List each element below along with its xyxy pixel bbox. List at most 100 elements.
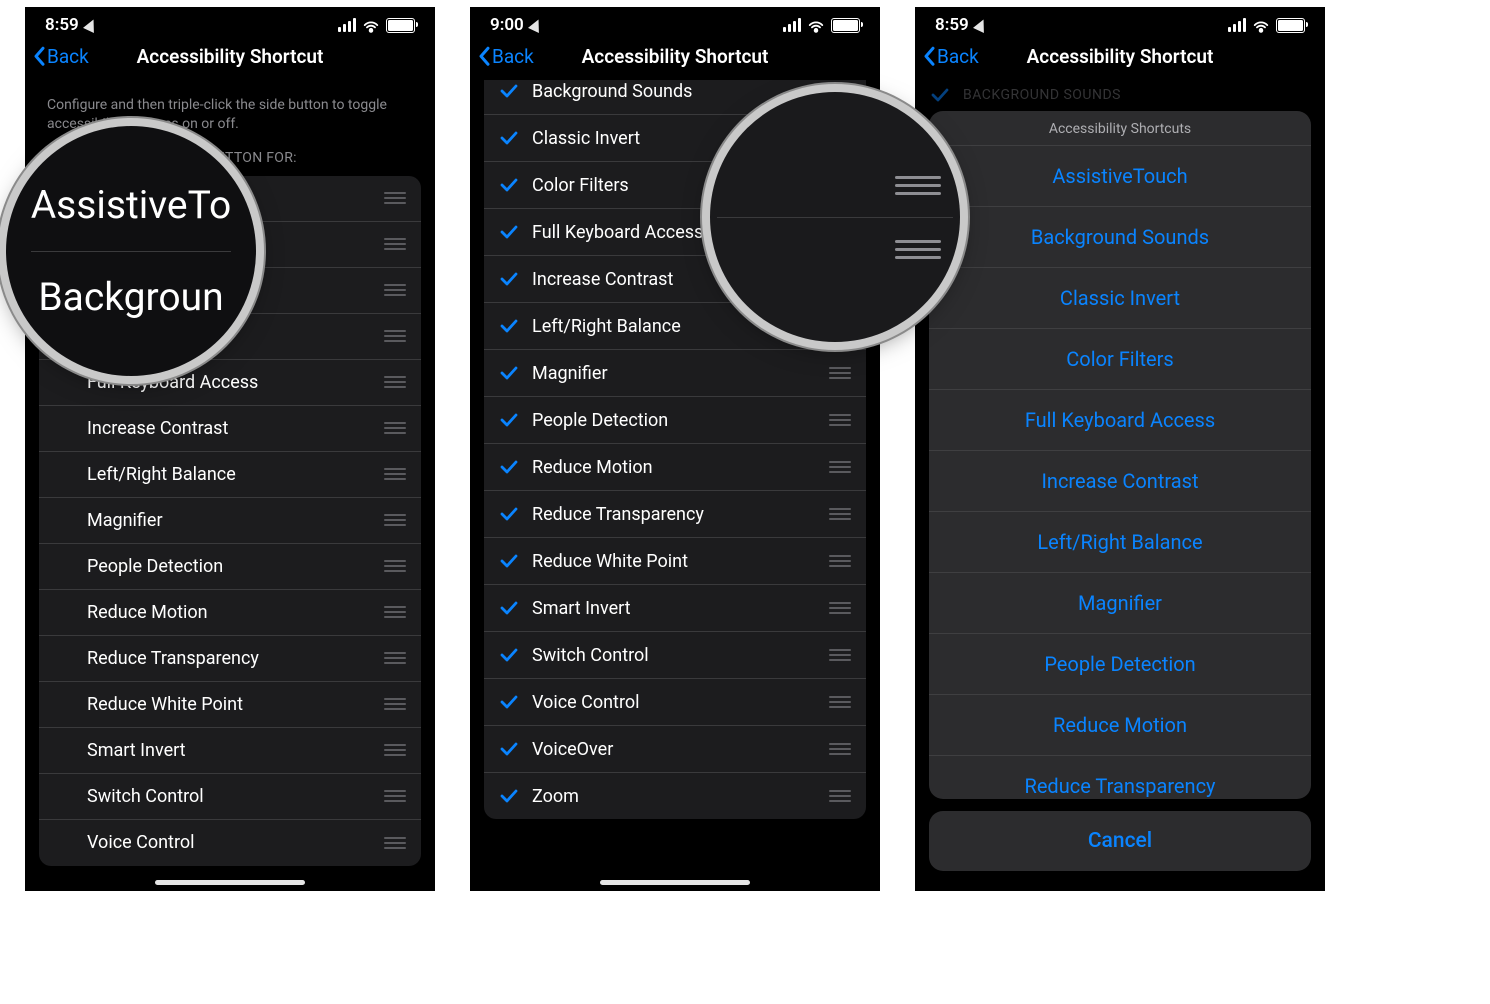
drag-handle-icon[interactable] — [828, 696, 852, 708]
checkmark-icon — [498, 644, 520, 666]
item-label: Smart Invert — [87, 740, 383, 761]
item-label: Voice Control — [87, 832, 383, 853]
magnified-drag-row — [717, 154, 954, 218]
list-item[interactable]: Voice Control — [484, 679, 866, 726]
sheet-item[interactable]: Reduce Motion — [929, 694, 1311, 755]
list-item[interactable]: Reduce White Point — [39, 682, 421, 728]
drag-handle-icon[interactable] — [828, 649, 852, 661]
status-bar: 9:00 — [470, 7, 880, 39]
cellular-icon — [783, 18, 802, 32]
drag-handle-icon[interactable] — [895, 240, 941, 259]
list-item[interactable]: Reduce White Point — [484, 538, 866, 585]
list-item[interactable]: Magnifier — [39, 498, 421, 544]
checkmark-icon — [498, 550, 520, 572]
wifi-icon — [362, 18, 380, 32]
sheet-item[interactable]: People Detection — [929, 633, 1311, 694]
drag-handle-icon[interactable] — [895, 176, 941, 195]
sheet-item[interactable]: AssistiveTouch — [929, 145, 1311, 206]
back-button[interactable]: Back — [33, 45, 89, 68]
drag-handle-icon[interactable] — [383, 652, 407, 664]
list-item[interactable]: Switch Control — [484, 632, 866, 679]
magnified-drag-row — [717, 218, 954, 281]
list-item[interactable]: Smart Invert — [484, 585, 866, 632]
drag-handle-icon[interactable] — [383, 330, 407, 342]
drag-handle-icon[interactable] — [383, 422, 407, 434]
drag-handle-icon[interactable] — [383, 468, 407, 480]
chevron-left-icon — [33, 46, 45, 66]
drag-handle-icon[interactable] — [383, 284, 407, 296]
list-item[interactable]: Left/Right Balance — [39, 452, 421, 498]
drag-handle-icon[interactable] — [383, 790, 407, 802]
drag-handle-icon[interactable] — [828, 414, 852, 426]
sheet-item[interactable]: Magnifier — [929, 572, 1311, 633]
drag-handle-icon[interactable] — [828, 555, 852, 567]
list-item[interactable]: Reduce Motion — [39, 590, 421, 636]
item-label: Switch Control — [532, 645, 828, 666]
checkmark-icon — [498, 127, 520, 149]
item-label: Reduce White Point — [87, 694, 383, 715]
list-item[interactable]: Magnifier — [484, 350, 866, 397]
list-item[interactable]: Reduce Transparency — [484, 491, 866, 538]
checkmark-icon — [498, 315, 520, 337]
status-bar: 8:59 — [915, 7, 1325, 39]
drag-handle-icon[interactable] — [828, 790, 852, 802]
list-item[interactable]: Reduce Transparency — [39, 636, 421, 682]
sheet-item[interactable]: Background Sounds — [929, 206, 1311, 267]
item-label: Increase Contrast — [87, 418, 383, 439]
row-separator — [31, 251, 231, 252]
item-label: Reduce Motion — [87, 602, 383, 623]
drag-handle-icon[interactable] — [383, 192, 407, 204]
page-title: Accessibility Shortcut — [137, 45, 324, 68]
cancel-button[interactable]: Cancel — [929, 811, 1311, 871]
item-label: People Detection — [532, 410, 828, 431]
checkmark-icon — [498, 597, 520, 619]
list-item[interactable]: Increase Contrast — [39, 406, 421, 452]
list-item[interactable]: VoiceOver — [484, 726, 866, 773]
list-item[interactable]: Smart Invert — [39, 728, 421, 774]
checkmark-icon — [498, 80, 520, 102]
checkmark-icon — [498, 409, 520, 431]
drag-handle-icon[interactable] — [828, 508, 852, 520]
list-item[interactable]: Voice Control — [39, 820, 421, 866]
drag-handle-icon[interactable] — [383, 560, 407, 572]
checkmark-icon — [498, 738, 520, 760]
item-label: Left/Right Balance — [87, 464, 383, 485]
page-title: Accessibility Shortcut — [1027, 45, 1214, 68]
home-indicator[interactable] — [155, 880, 305, 885]
drag-handle-icon[interactable] — [828, 461, 852, 473]
back-button[interactable]: Back — [923, 45, 979, 68]
drag-handle-icon[interactable] — [828, 367, 852, 379]
battery-icon — [386, 18, 415, 33]
home-indicator[interactable] — [600, 880, 750, 885]
sheet-item[interactable]: Reduce Transparency — [929, 755, 1311, 799]
drag-handle-icon[interactable] — [383, 514, 407, 526]
drag-handle-icon[interactable] — [383, 698, 407, 710]
sheet-item[interactable]: Color Filters — [929, 328, 1311, 389]
drag-handle-icon[interactable] — [383, 837, 407, 849]
sheet-item[interactable]: Classic Invert — [929, 267, 1311, 328]
drag-handle-icon[interactable] — [383, 744, 407, 756]
drag-handle-icon[interactable] — [828, 602, 852, 614]
list-item[interactable]: Reduce Motion — [484, 444, 866, 491]
battery-icon — [831, 18, 860, 33]
list-item[interactable]: People Detection — [39, 544, 421, 590]
sheet-item[interactable]: Full Keyboard Access — [929, 389, 1311, 450]
sheet-item[interactable]: Left/Right Balance — [929, 511, 1311, 572]
checkmark-icon — [498, 221, 520, 243]
status-time: 9:00 — [490, 15, 524, 35]
bg-item-label: Background Sounds — [963, 87, 1121, 103]
back-label: Back — [492, 45, 534, 68]
drag-handle-icon[interactable] — [383, 376, 407, 388]
list-item[interactable]: Zoom — [484, 773, 866, 819]
sheet-item[interactable]: Increase Contrast — [929, 450, 1311, 511]
item-label: Reduce Transparency — [532, 504, 828, 525]
list-item[interactable]: Switch Control — [39, 774, 421, 820]
list-item[interactable]: People Detection — [484, 397, 866, 444]
nav-bar: Back Accessibility Shortcut — [470, 39, 880, 78]
back-button[interactable]: Back — [478, 45, 534, 68]
drag-handle-icon[interactable] — [828, 743, 852, 755]
sheet-title: Accessibility Shortcuts — [929, 111, 1311, 145]
status-bar: 8:59 — [25, 7, 435, 39]
drag-handle-icon[interactable] — [383, 606, 407, 618]
drag-handle-icon[interactable] — [383, 238, 407, 250]
